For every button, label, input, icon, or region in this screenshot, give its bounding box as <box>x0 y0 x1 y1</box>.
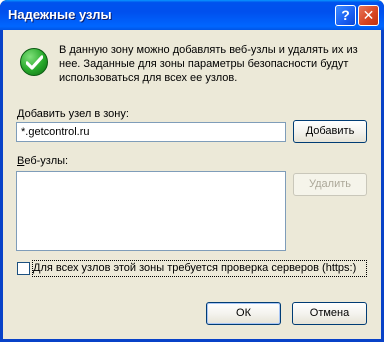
zone-info-text: В данную зону можно добавлять веб-узлы и… <box>59 43 371 85</box>
ok-button-label: ОК <box>236 307 251 319</box>
add-site-label: Добавить узел в зону: <box>17 108 129 120</box>
websites-label: Веб-узлы: <box>17 155 68 167</box>
remove-button[interactable]: Удалить <box>293 173 367 196</box>
close-icon: ✕ <box>362 7 375 23</box>
info-line: В данную зону можно добавлять веб-узлы и… <box>59 44 358 56</box>
green-check-icon <box>20 48 48 76</box>
websites-label-text: еб-узлы: <box>24 155 69 167</box>
remove-button-label: Удалить <box>309 178 351 190</box>
info-line: нее. Заданные для зоны параметры безопас… <box>59 58 349 70</box>
require-https-label[interactable]: Для всех узлов этой зоны требуется прове… <box>33 262 356 274</box>
cancel-button-label: Отмена <box>309 307 350 319</box>
require-https-checkbox[interactable] <box>17 262 30 275</box>
add-button-label: Добавить <box>305 125 355 137</box>
window-title: Надежные узлы <box>8 7 112 22</box>
add-site-label-mnemonic: Д <box>17 108 25 120</box>
add-button[interactable]: Добавить <box>293 120 367 143</box>
close-button[interactable]: ✕ <box>358 5 379 26</box>
cancel-button[interactable]: Отмена <box>292 302 367 325</box>
add-site-input-value: *.getcontrol.ru <box>21 126 90 138</box>
title-bar[interactable]: Надежные узлы ? ✕ <box>0 0 384 30</box>
help-button[interactable]: ? <box>335 5 356 26</box>
websites-list[interactable] <box>16 171 286 251</box>
dialog-body: В данную зону можно добавлять веб-узлы и… <box>3 30 381 339</box>
add-site-input[interactable]: *.getcontrol.ru <box>16 122 286 142</box>
add-site-label-text: обавить узел в зону: <box>24 108 129 120</box>
dialog-window: Надежные узлы ? ✕ В данную зону можно до… <box>0 0 384 342</box>
ok-button[interactable]: ОК <box>206 302 281 325</box>
info-line: использоваться для всех ее узлов. <box>59 72 238 84</box>
help-icon: ? <box>341 7 350 23</box>
